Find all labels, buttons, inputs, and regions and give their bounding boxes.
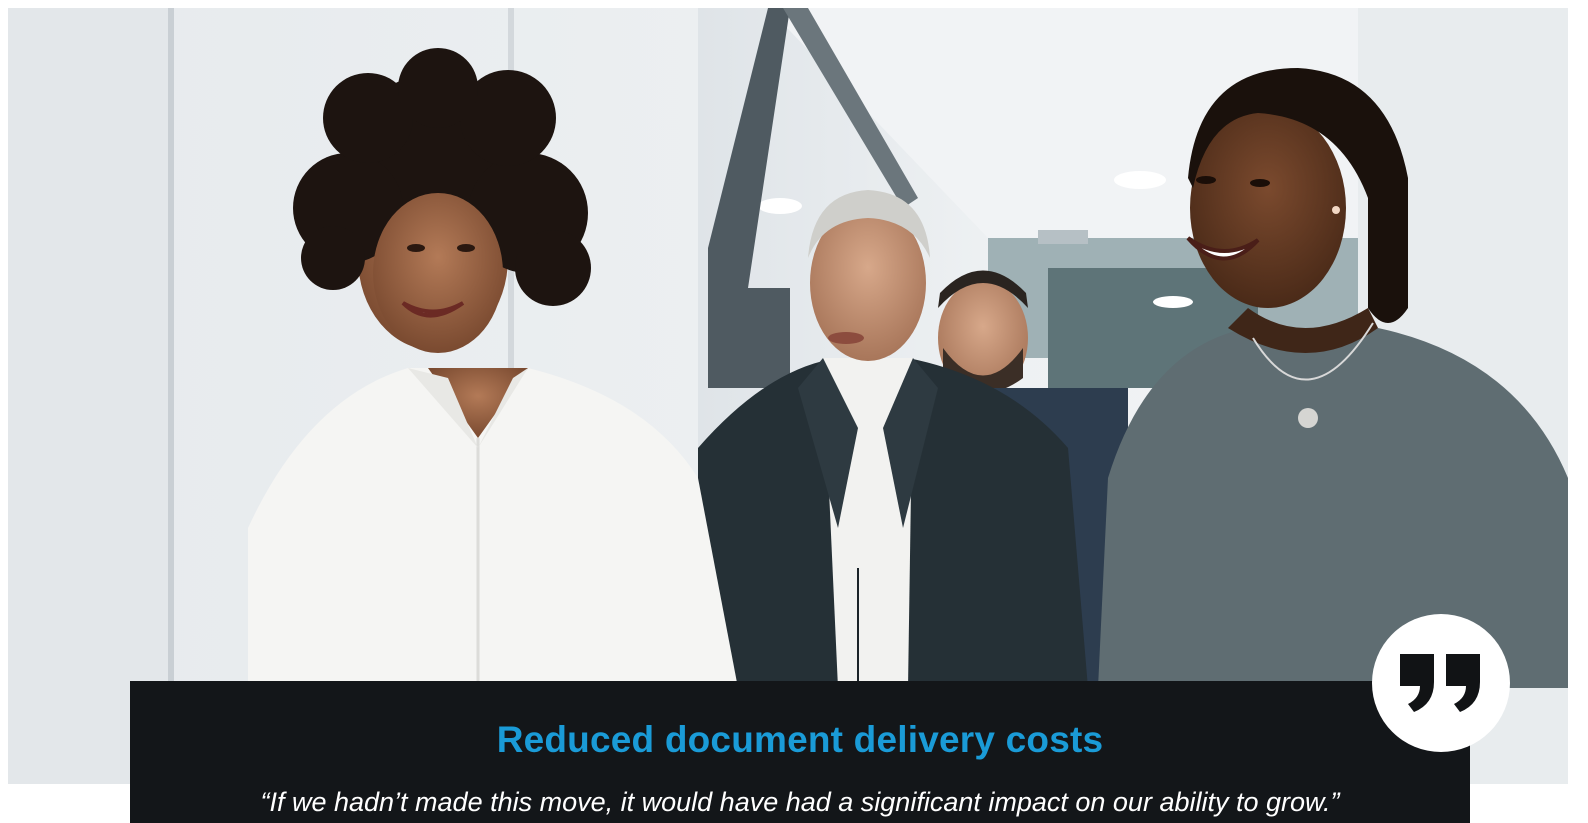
office-team-photo	[8, 8, 1568, 784]
quote-icon	[1400, 654, 1480, 712]
hero-image	[8, 8, 1568, 784]
page: Reduced document delivery costs “If we h…	[0, 0, 1588, 823]
testimonial-panel: Reduced document delivery costs “If we h…	[130, 681, 1470, 823]
testimonial-title: Reduced document delivery costs	[496, 719, 1104, 760]
quote-badge	[1372, 614, 1510, 752]
testimonial-quote: “If we hadn’t made this move, it would h…	[260, 787, 1340, 817]
